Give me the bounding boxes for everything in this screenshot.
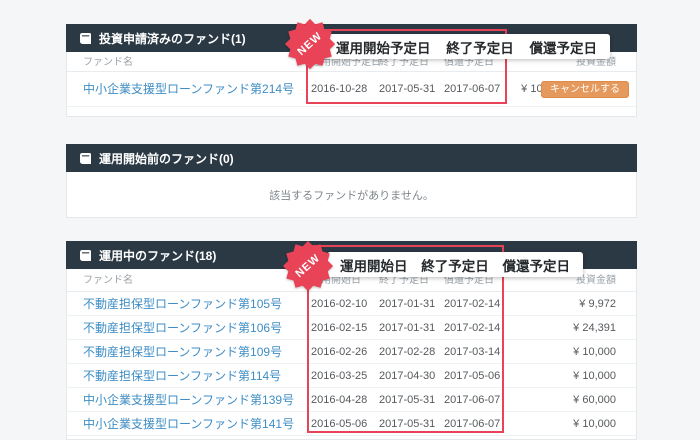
table-row: 中小企業支援型ローンファンド第214号 2016-10-28 2017-05-3… xyxy=(67,72,636,107)
callout-end-label: 終了予定日 xyxy=(421,258,489,274)
table-row: 中小企業支援型ローンファンド第141号 2016-05-06 2017-05-3… xyxy=(67,412,636,436)
fund-link[interactable]: 不動産担保型ローンファンド第106号 xyxy=(83,316,282,340)
panel-pre-operation-header: 運用開始前のファンド(0) xyxy=(66,144,637,172)
panel-pre-operation-title: 運用開始前のファンド(0) xyxy=(99,151,234,166)
investment-amount: ¥ 10,000 xyxy=(573,346,616,358)
end-date: 2017-01-31 xyxy=(379,322,436,334)
ledger-icon xyxy=(79,152,92,164)
redemption-date: 2017-06-07 xyxy=(444,83,501,95)
fund-link[interactable]: 中小企業支援型ローンファンド第214号 xyxy=(83,72,294,107)
table-row: 不動産担保型ローンファンド第106号 2016-02-15 2017-01-31… xyxy=(67,316,636,340)
investment-amount: ¥ 24,391 xyxy=(573,322,616,334)
start-date: 2016-10-28 xyxy=(311,83,368,95)
end-date: 2017-05-31 xyxy=(379,83,436,95)
panel-applied-title: 投資申請済みのファンド(1) xyxy=(99,31,246,46)
end-date: 2017-05-31 xyxy=(379,394,436,406)
investment-amount: ¥ 60,000 xyxy=(573,394,616,406)
new-badge-icon: NEW xyxy=(284,18,336,70)
cancel-button[interactable]: キャンセルする xyxy=(541,81,629,98)
start-date: 2016-03-25 xyxy=(311,370,368,382)
redemption-date: 2017-03-14 xyxy=(444,346,501,358)
table-row: 不動産担保型ローンファンド第109号 2016-02-26 2017-02-28… xyxy=(67,340,636,364)
table-row: 不動産担保型ローンファンド第114号 2016-03-25 2017-04-30… xyxy=(67,364,636,388)
callout-redemption-label: 償還予定日 xyxy=(502,258,571,274)
start-date: 2016-02-10 xyxy=(311,298,368,310)
redemption-date: 2017-02-14 xyxy=(444,298,501,310)
fund-link[interactable]: 不動産担保型ローンファンド第105号 xyxy=(83,292,282,316)
redemption-date: 2017-02-14 xyxy=(444,322,501,334)
new-badge-icon: NEW xyxy=(282,240,334,292)
empty-message: 該当するファンドがありません。 xyxy=(269,189,434,202)
end-date: 2017-01-31 xyxy=(379,298,436,310)
start-date: 2016-05-06 xyxy=(311,418,368,430)
panel-pre-operation-funds: 運用開始前のファンド(0) 該当するファンドがありません。 xyxy=(66,144,637,218)
fund-link[interactable]: 中小企業支援型ローンファンド第139号 xyxy=(83,388,294,412)
ledger-icon xyxy=(79,249,92,261)
start-date: 2016-02-26 xyxy=(311,346,368,358)
ledger-icon xyxy=(79,32,92,44)
callout-applied-columns: 運用開始予定日 終了予定日 償還予定日 xyxy=(323,34,610,59)
investment-amount: ¥ 10,000 xyxy=(573,370,616,382)
end-date: 2017-04-30 xyxy=(379,370,436,382)
column-fund-name: ファンド名 xyxy=(83,275,133,286)
callout-operating-columns: 運用開始日 終了予定日 償還予定日 xyxy=(327,252,583,277)
fund-link[interactable]: 中小企業支援型ローンファンド第141号 xyxy=(83,412,294,436)
column-fund-name: ファンド名 xyxy=(83,57,133,68)
table-row: 中小企業支援型ローンファンド第139号 2016-04-28 2017-05-3… xyxy=(67,388,636,412)
investment-amount: ¥ 9,972 xyxy=(579,298,616,310)
panel-operating-title: 運用中のファンド(18) xyxy=(99,248,217,263)
redemption-date: 2017-06-07 xyxy=(444,418,501,430)
table-row: 不動産担保型ローンファンド第105号 2016-02-10 2017-01-31… xyxy=(67,292,636,316)
fund-link[interactable]: 不動産担保型ローンファンド第109号 xyxy=(83,340,282,364)
redemption-date: 2017-06-07 xyxy=(444,394,501,406)
callout-start-label: 運用開始予定日 xyxy=(336,40,431,56)
end-date: 2017-05-31 xyxy=(379,418,436,430)
start-date: 2016-04-28 xyxy=(311,394,368,406)
start-date: 2016-02-15 xyxy=(311,322,368,334)
redemption-date: 2017-05-06 xyxy=(444,370,501,382)
callout-redemption-label: 償還予定日 xyxy=(529,40,598,56)
end-date: 2017-02-28 xyxy=(379,346,436,358)
fund-link[interactable]: 不動産担保型ローンファンド第114号 xyxy=(83,364,281,388)
investment-amount: ¥ 10,000 xyxy=(573,418,616,430)
callout-start-label: 運用開始日 xyxy=(340,258,408,274)
callout-end-label: 終了予定日 xyxy=(446,40,514,56)
